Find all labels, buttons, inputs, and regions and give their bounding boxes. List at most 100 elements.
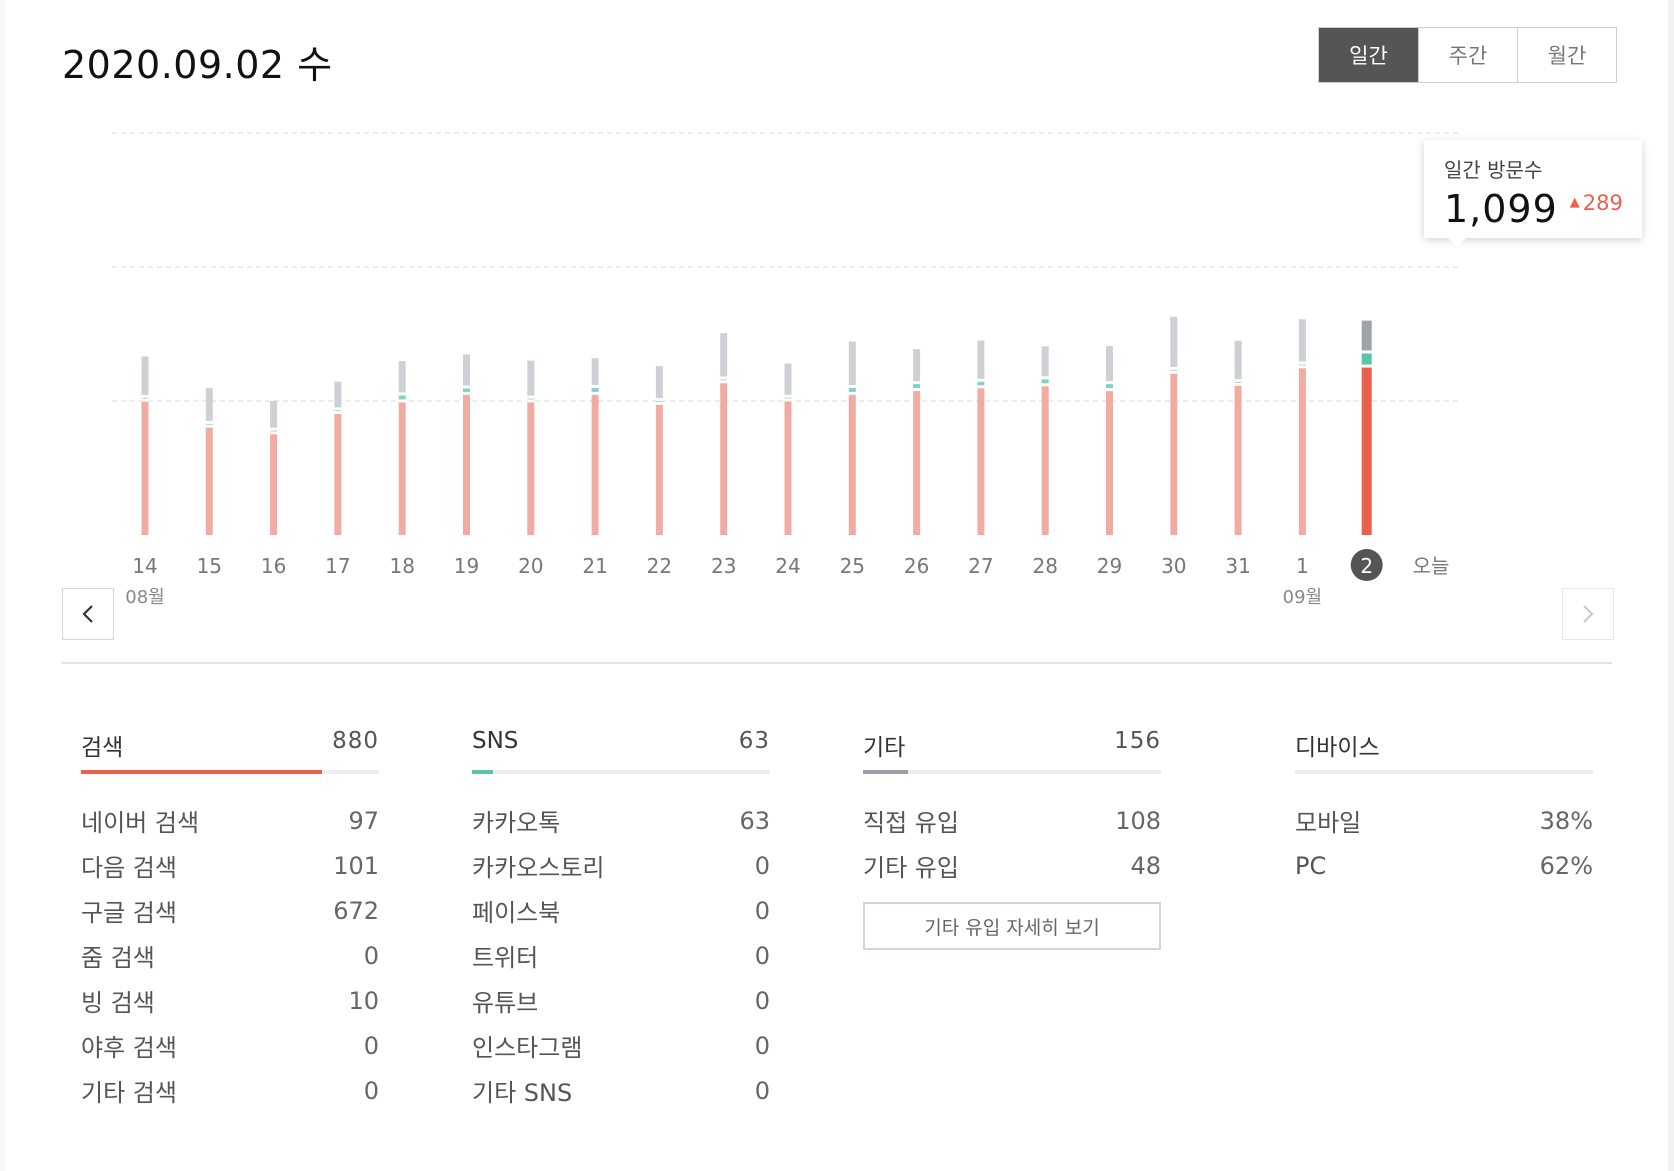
list-item-label: 트위터: [472, 944, 539, 972]
bar-gap: [334, 412, 342, 415]
list-item: 직접 유입 108: [863, 798, 1161, 843]
bar-gap: [270, 432, 278, 435]
visits-chart-svg: 14 15 16 17 18 19 20 21 22 23 24 25 26 27 28 29 30 31 1 2 오늘…: [112, 132, 1460, 608]
x-tick-label: 오늘: [1413, 554, 1450, 578]
bar-검색-17: [334, 413, 342, 535]
stats-other-header: 기타 156: [863, 728, 1161, 770]
bar-검색-27: [977, 387, 985, 535]
bar-검색-1: [1298, 367, 1306, 535]
other-inflow-detail-button[interactable]: 기타 유입 자세히 보기: [863, 902, 1161, 950]
list-item-label: 빙 검색: [81, 989, 155, 1017]
prev-period-button[interactable]: [62, 588, 114, 640]
next-period-button[interactable]: [1562, 588, 1614, 640]
list-item: 페이스북 0: [472, 888, 770, 933]
list-item-value: 0: [363, 1031, 379, 1060]
bar-gap: [720, 377, 728, 380]
bar-검색-22: [655, 403, 663, 535]
x-tick-label: 27: [968, 554, 993, 578]
stats-other-total: 156: [1114, 728, 1161, 754]
stats-sns-bar: [472, 770, 770, 774]
list-item-value: 0: [363, 941, 379, 970]
stats-device: 디바이스 모바일 38% PC 62%: [1295, 728, 1593, 888]
list-item: 모바일 38%: [1295, 798, 1593, 843]
bar-gap: [1041, 377, 1049, 380]
x-tick-label: 28: [1032, 554, 1057, 578]
list-item-label: 네이버 검색: [81, 809, 200, 837]
bar-gap: [527, 396, 535, 399]
chevron-right-icon: [1583, 605, 1594, 623]
list-item: 인스타그램 0: [472, 1023, 770, 1068]
bar-검색-21: [591, 393, 599, 535]
bar-검색-26: [913, 390, 921, 535]
bar-기타-15: [205, 387, 213, 421]
list-item-value: 48: [1130, 851, 1161, 880]
bar-검색-18: [398, 401, 406, 535]
bar-기타-2: [1361, 320, 1372, 351]
stats-device-title: 디바이스: [1295, 735, 1380, 761]
stats-sns-list: 카카오톡 63 카카오스토리 0 페이스북 0 트위터 0 유튜브 0 인스타그램 0 기타…: [472, 798, 770, 1113]
stats-search-total: 880: [332, 728, 379, 754]
bar-기타-19: [463, 354, 470, 386]
bar-SNS-2: [1361, 352, 1372, 365]
bar-기타-14: [141, 356, 149, 395]
list-item-value: 0: [754, 896, 770, 925]
bar-gap: [1170, 367, 1178, 370]
list-item: 빙 검색 10: [81, 978, 379, 1023]
list-item-label: 구글 검색: [81, 899, 177, 927]
stats-device-header: 디바이스: [1295, 728, 1593, 770]
x-tick-label: 19: [454, 554, 479, 578]
bar-검색-20: [527, 401, 535, 535]
bar-gap: [398, 393, 406, 396]
list-item: 다음 검색 101: [81, 843, 379, 888]
list-item-value: 0: [754, 941, 770, 970]
list-item: 기타 검색 0: [81, 1068, 379, 1113]
bar-gap: [784, 399, 792, 402]
stats-search-bar-fill: [81, 770, 323, 774]
tooltip-pointer: [1448, 238, 1466, 247]
x-tick-label: 14: [132, 554, 157, 578]
bar-기타-23: [720, 333, 728, 377]
bar-gap: [205, 425, 213, 428]
bar-gap: [1041, 384, 1049, 387]
x-tick-label: 22: [647, 554, 672, 578]
x-tick-label: 25: [840, 554, 865, 578]
bar-gap: [784, 395, 792, 398]
list-item-label: 페이스북: [472, 899, 561, 927]
bar-gap: [527, 400, 535, 403]
bar-기타-24: [784, 363, 792, 395]
bar-gap: [334, 408, 342, 411]
list-item: 카카오톡 63: [472, 798, 770, 843]
stats-search: 검색 880 네이버 검색 97 다음 검색 101 구글 검색 672 줌 검색 0 …: [81, 728, 379, 1113]
bar-기타-31: [1234, 340, 1242, 380]
stats-search-bar: [81, 770, 379, 774]
bar-기타-20: [527, 360, 535, 396]
month-label: 08월: [125, 587, 164, 608]
bar-검색-14: [141, 400, 149, 535]
bar-gap: [591, 392, 599, 395]
list-item-value: 0: [754, 1076, 770, 1105]
list-item-label: 카카오톡: [472, 809, 561, 837]
list-item-label: 야후 검색: [81, 1034, 177, 1062]
bar-gap: [655, 399, 663, 402]
bar-gap: [1361, 365, 1372, 368]
list-item-value: 38%: [1539, 806, 1593, 835]
x-tick-label: 1: [1296, 554, 1309, 578]
bar-gap: [270, 428, 278, 431]
bar-gap: [1427, 533, 1435, 536]
list-item-label: 직접 유입: [863, 809, 959, 837]
stats-device-bar: [1295, 770, 1593, 774]
stats-other: 기타 156 직접 유입 108 기타 유입 48 기타 유입 자세히 보기: [863, 728, 1161, 950]
bar-gap: [977, 386, 985, 389]
list-item-value: 10: [348, 986, 379, 1015]
axis-divider: [62, 662, 1612, 664]
bar-gap: [1234, 380, 1242, 383]
list-item-value: 97: [348, 806, 379, 835]
month-label: 09월: [1283, 587, 1322, 608]
x-tick-label: 17: [325, 554, 350, 578]
bar-기타-29: [1106, 346, 1113, 382]
stats-search-list: 네이버 검색 97 다음 검색 101 구글 검색 672 줌 검색 0 빙 검색 10 …: [81, 798, 379, 1113]
stats-search-title: 검색: [81, 735, 124, 761]
bar-검색-2: [1361, 366, 1372, 535]
list-item: 줌 검색 0: [81, 933, 379, 978]
stats-sns-title: SNS: [472, 728, 519, 754]
